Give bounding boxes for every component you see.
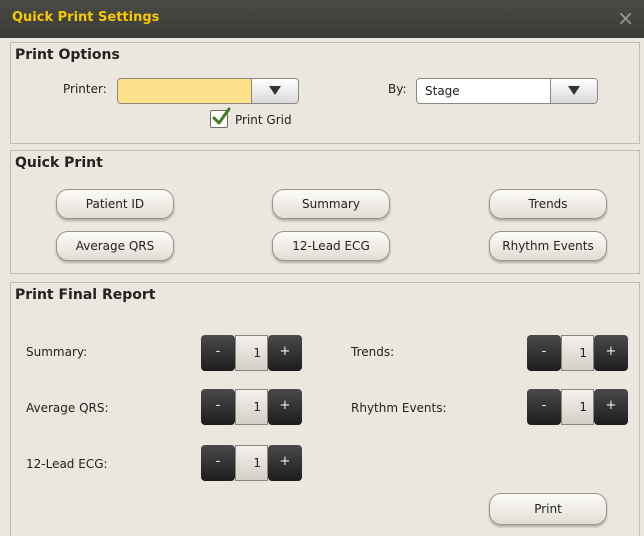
12-lead-ecg-count-label: 12-Lead ECG: <box>26 457 108 471</box>
12-lead-ecg-button[interactable]: 12-Lead ECG <box>272 231 390 261</box>
rhythm-events-stepper[interactable]: - 1 + <box>527 389 629 425</box>
rhythm-events-decrement-button[interactable]: - <box>527 389 561 425</box>
summary-count-value[interactable]: 1 <box>235 335 268 371</box>
print-options-title: Print Options <box>15 47 120 63</box>
average-qrs-button[interactable]: Average QRS <box>56 231 174 261</box>
summary-increment-button[interactable]: + <box>268 335 302 371</box>
checkmark-icon <box>212 107 231 125</box>
12-lead-ecg-stepper[interactable]: - 1 + <box>201 445 303 481</box>
by-select[interactable]: Stage <box>416 78 598 104</box>
patient-id-button[interactable]: Patient ID <box>56 189 174 219</box>
chevron-down-icon <box>269 86 281 95</box>
12-lead-ecg-increment-button[interactable]: + <box>268 445 302 481</box>
quick-print-section: Quick Print Patient ID Summary Trends Av… <box>10 150 640 274</box>
chevron-down-icon <box>568 86 580 95</box>
summary-button[interactable]: Summary <box>272 189 390 219</box>
printer-label: Printer: <box>63 82 107 96</box>
summary-count-label: Summary: <box>26 345 88 359</box>
summary-stepper[interactable]: - 1 + <box>201 335 303 371</box>
average-qrs-count-label: Average QRS: <box>26 401 109 415</box>
by-dropdown-arrow[interactable] <box>550 79 597 103</box>
12-lead-ecg-decrement-button[interactable]: - <box>201 445 235 481</box>
trends-increment-button[interactable]: + <box>594 335 628 371</box>
print-button[interactable]: Print <box>489 493 607 525</box>
close-icon[interactable]: × <box>617 7 634 29</box>
rhythm-events-count-value[interactable]: 1 <box>561 389 594 425</box>
trends-count-label: Trends: <box>351 345 395 359</box>
print-grid-checkbox[interactable] <box>210 107 231 128</box>
average-qrs-increment-button[interactable]: + <box>268 389 302 425</box>
rhythm-events-increment-button[interactable]: + <box>594 389 628 425</box>
by-label: By: <box>388 82 407 96</box>
quick-print-title: Quick Print <box>15 155 103 171</box>
trends-stepper[interactable]: - 1 + <box>527 335 629 371</box>
12-lead-ecg-count-value[interactable]: 1 <box>235 445 268 481</box>
average-qrs-decrement-button[interactable]: - <box>201 389 235 425</box>
average-qrs-stepper[interactable]: - 1 + <box>201 389 303 425</box>
rhythm-events-button[interactable]: Rhythm Events <box>489 231 607 261</box>
window-title: Quick Print Settings <box>12 10 160 25</box>
printer-dropdown-arrow[interactable] <box>251 79 298 103</box>
trends-count-value[interactable]: 1 <box>561 335 594 371</box>
average-qrs-count-value[interactable]: 1 <box>235 389 268 425</box>
print-options-section: Print Options Printer: By: Stage Print G… <box>10 42 640 144</box>
final-report-title: Print Final Report <box>15 287 156 303</box>
summary-decrement-button[interactable]: - <box>201 335 235 371</box>
by-value: Stage <box>425 84 460 98</box>
trends-button[interactable]: Trends <box>489 189 607 219</box>
trends-decrement-button[interactable]: - <box>527 335 561 371</box>
print-grid-label: Print Grid <box>235 113 292 127</box>
final-report-section: Print Final Report Summary: - 1 + Trends… <box>10 282 640 536</box>
rhythm-events-count-label: Rhythm Events: <box>351 401 447 415</box>
printer-select[interactable] <box>117 78 299 104</box>
title-bar: Quick Print Settings × <box>0 0 644 38</box>
